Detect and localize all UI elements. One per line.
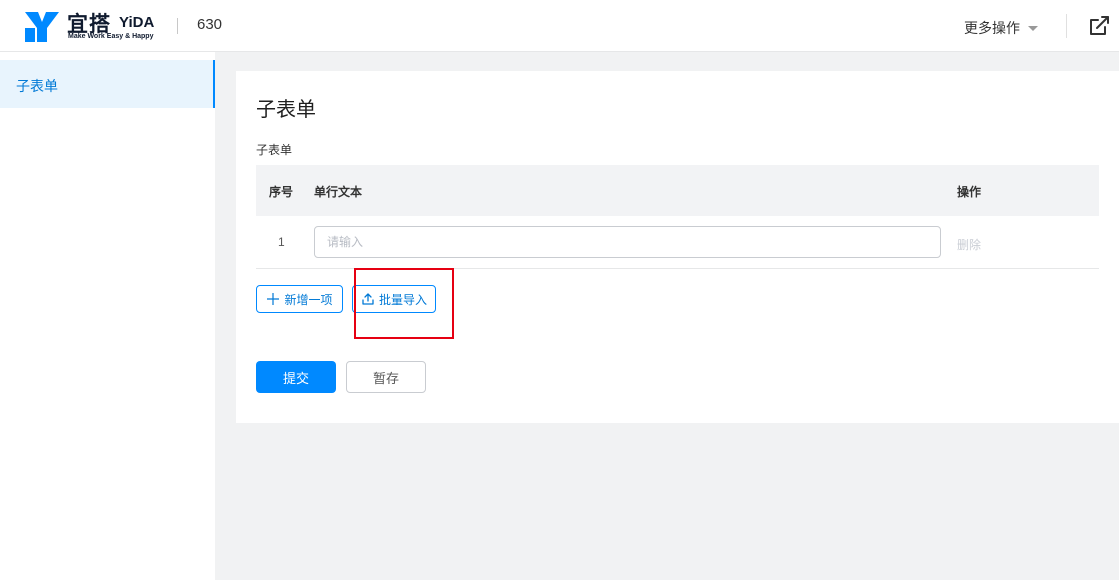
sidebar-item-label: 子表单: [16, 78, 58, 94]
row-index: 1: [278, 235, 285, 249]
app-title: 630: [197, 16, 223, 33]
column-header-text: 单行文本: [314, 185, 363, 199]
caret-down-icon: [1028, 25, 1038, 31]
sidebar-item-subform[interactable]: 子表单: [0, 60, 215, 108]
more-actions-dropdown[interactable]: 更多操作: [964, 18, 1038, 38]
save-draft-button[interactable]: 暂存: [346, 361, 426, 393]
batch-import-button[interactable]: 批量导入: [352, 285, 436, 313]
external-link-icon[interactable]: [1087, 14, 1111, 38]
header-divider: [177, 18, 178, 34]
table-row: 1 删除: [256, 216, 1099, 269]
subform-table: 序号 单行文本 操作 1 删除: [256, 165, 1099, 269]
subform-label: 子表单: [256, 143, 293, 157]
add-item-button[interactable]: 新增一项: [256, 285, 343, 313]
delete-row-link[interactable]: 删除: [957, 236, 981, 253]
form-card: 子表单 子表单 序号 单行文本 操作 1 删除 新增一项 批量导入 提交 暂存: [236, 71, 1119, 423]
brand-name-en: YiDA: [119, 14, 155, 31]
plus-icon: [267, 293, 280, 305]
table-header: 序号 单行文本 操作: [256, 165, 1099, 216]
yida-logo-icon: [25, 12, 59, 42]
column-header-actions: 操作: [957, 185, 982, 199]
add-item-label: 新增一项: [284, 292, 333, 307]
more-actions-label: 更多操作: [964, 20, 1020, 36]
upload-icon: [362, 293, 374, 305]
header-divider-right: [1066, 14, 1067, 38]
sidebar: 子表单: [0, 52, 215, 580]
single-line-text-input[interactable]: [314, 226, 941, 258]
column-header-index: 序号: [269, 185, 294, 199]
submit-button[interactable]: 提交: [256, 361, 336, 393]
brand-slogan: Make Work Easy & Happy: [68, 33, 154, 40]
top-header: 宜搭 YiDA Make Work Easy & Happy 630 更多操作: [0, 0, 1119, 52]
page-title: 子表单: [256, 99, 316, 121]
batch-import-label: 批量导入: [378, 292, 427, 307]
